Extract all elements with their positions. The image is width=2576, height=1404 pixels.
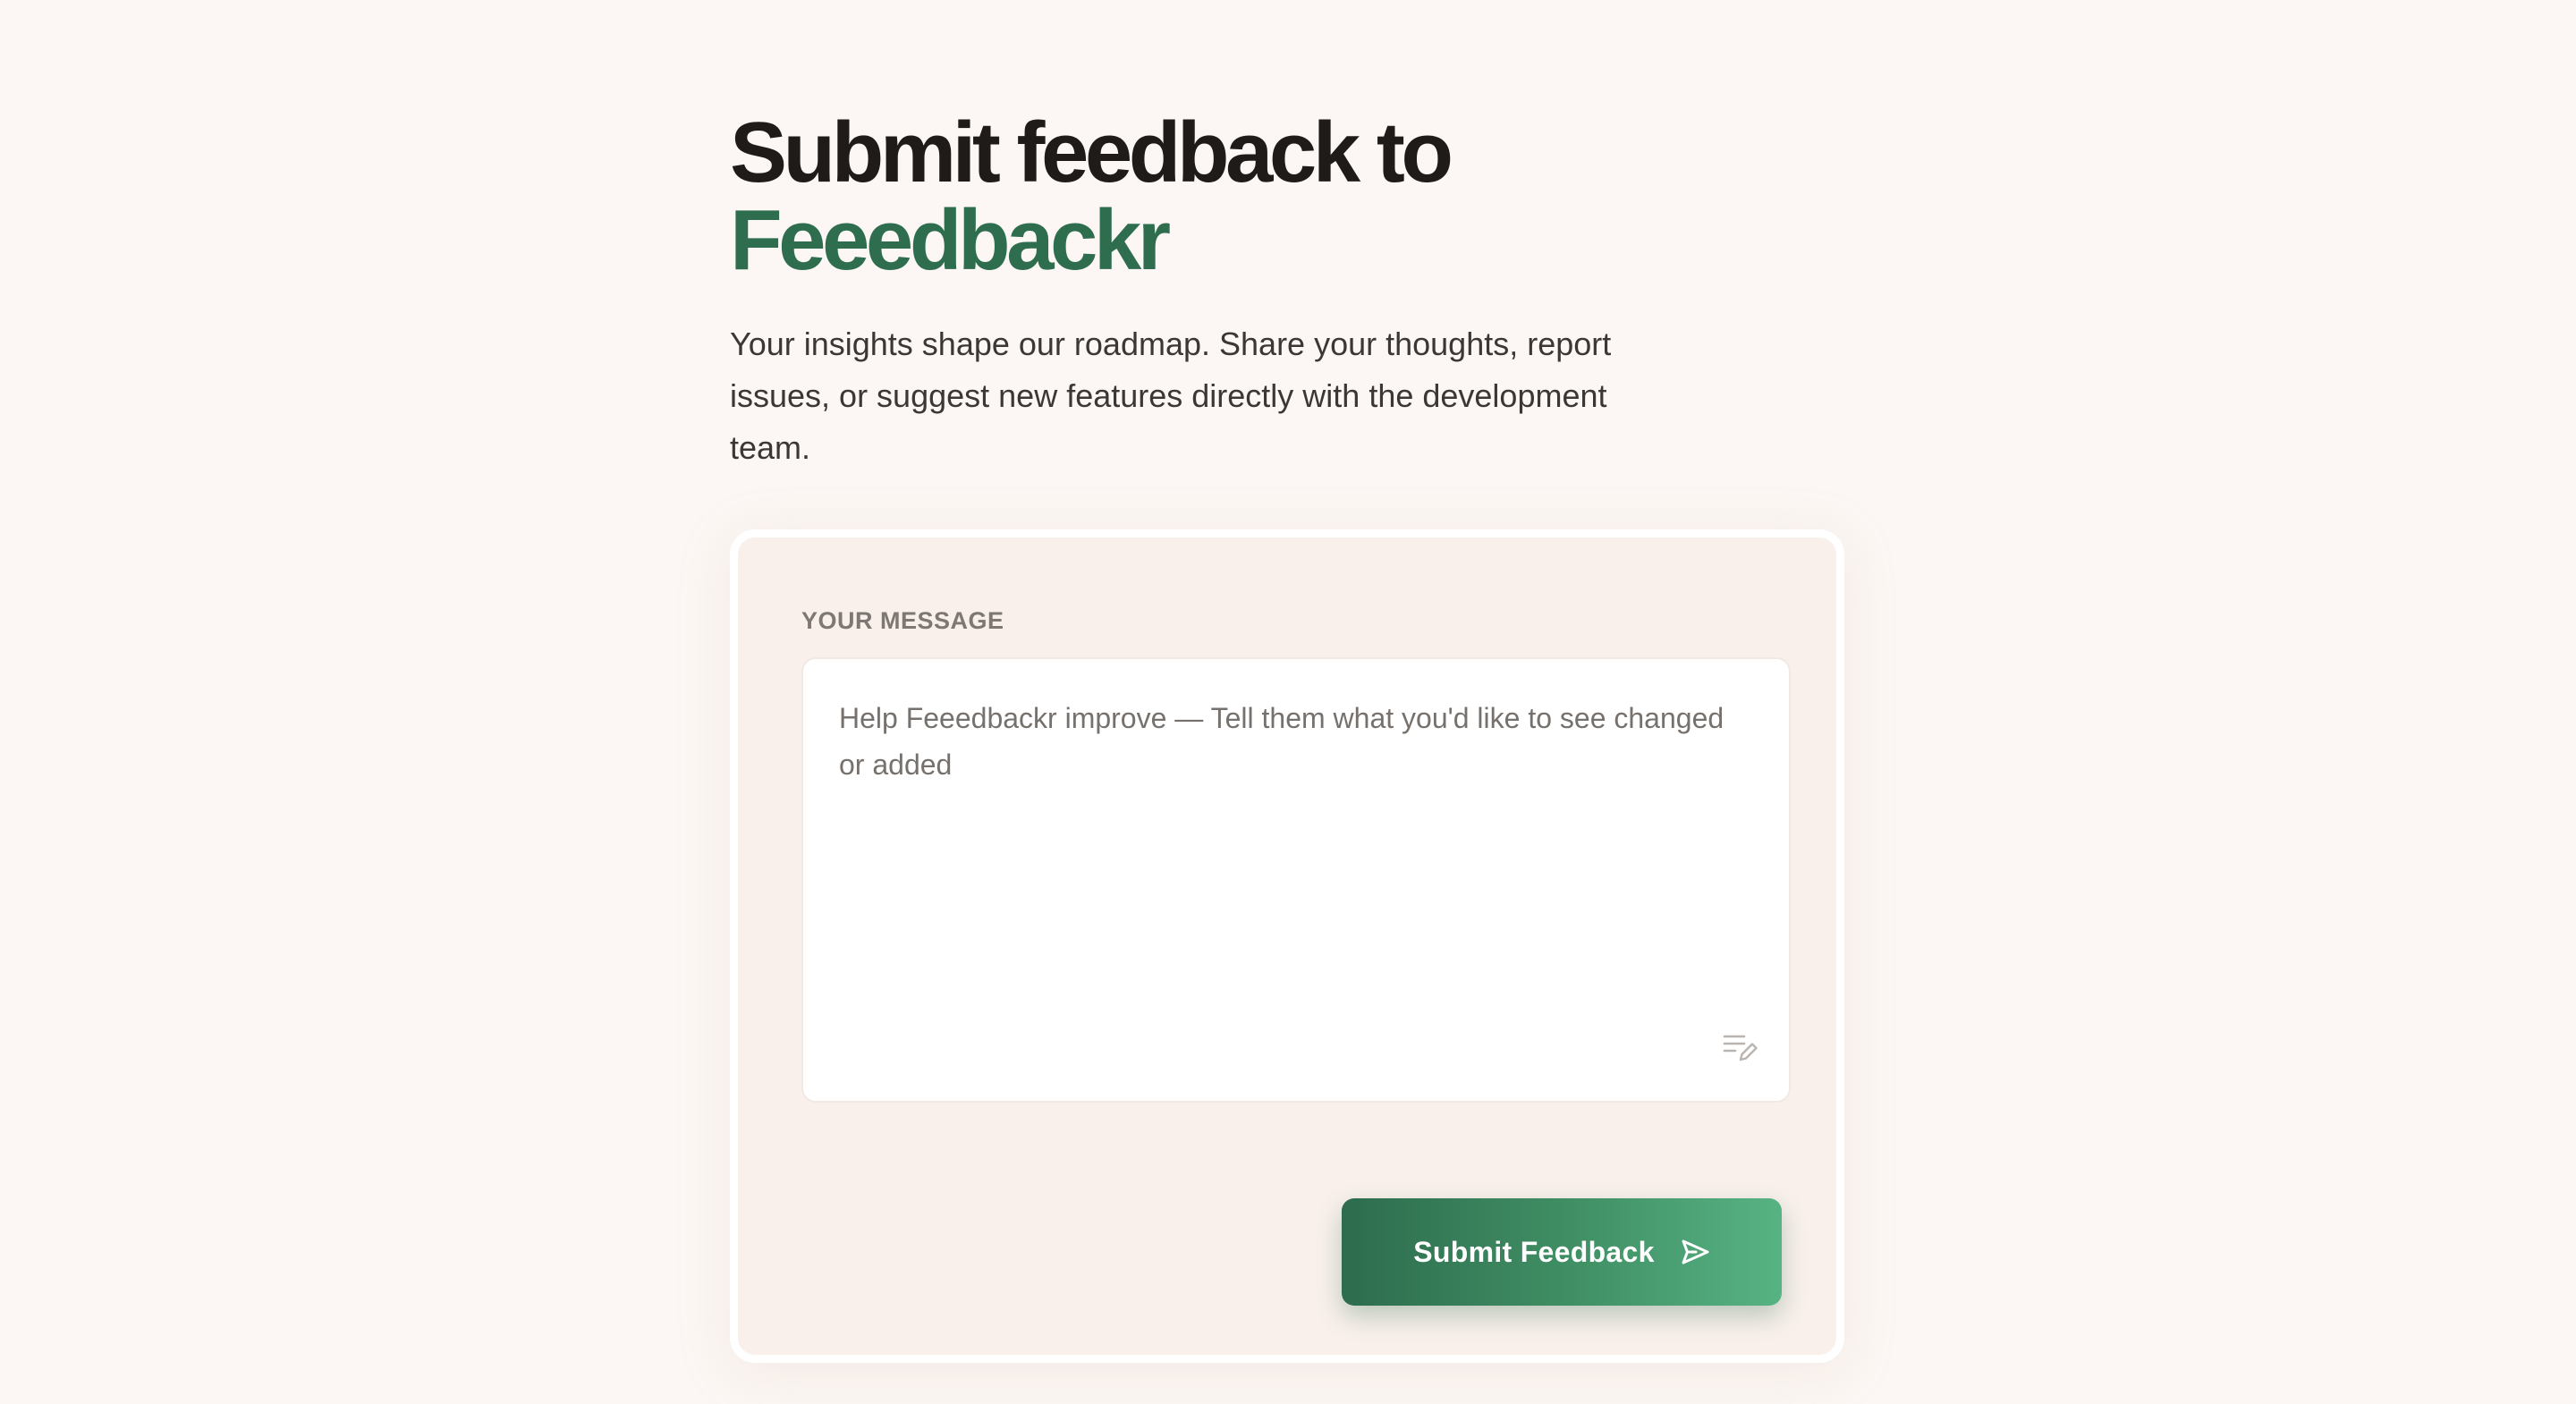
submit-feedback-button[interactable]: Submit Feedback	[1342, 1198, 1782, 1306]
page-title-prefix: Submit feedback to	[730, 105, 1453, 200]
brand-name: Feeedbackr	[730, 192, 1171, 288]
message-field-container	[801, 657, 1791, 1103]
edit-note-icon	[1723, 1035, 1758, 1061]
message-textarea[interactable]	[803, 659, 1789, 1101]
page-title: Submit feedback to Feeedbackr	[730, 109, 1848, 284]
send-icon	[1682, 1239, 1709, 1264]
page-header: Submit feedback to Feeedbackr Your insig…	[730, 109, 1848, 467]
feedback-form-card: YOUR MESSAGE Submit Feedback	[730, 529, 1844, 1363]
message-label: YOUR MESSAGE	[801, 607, 1004, 634]
submit-feedback-label: Submit Feedback	[1413, 1235, 1655, 1268]
page-subtitle: Your insights shape our roadmap. Share y…	[730, 326, 1612, 466]
